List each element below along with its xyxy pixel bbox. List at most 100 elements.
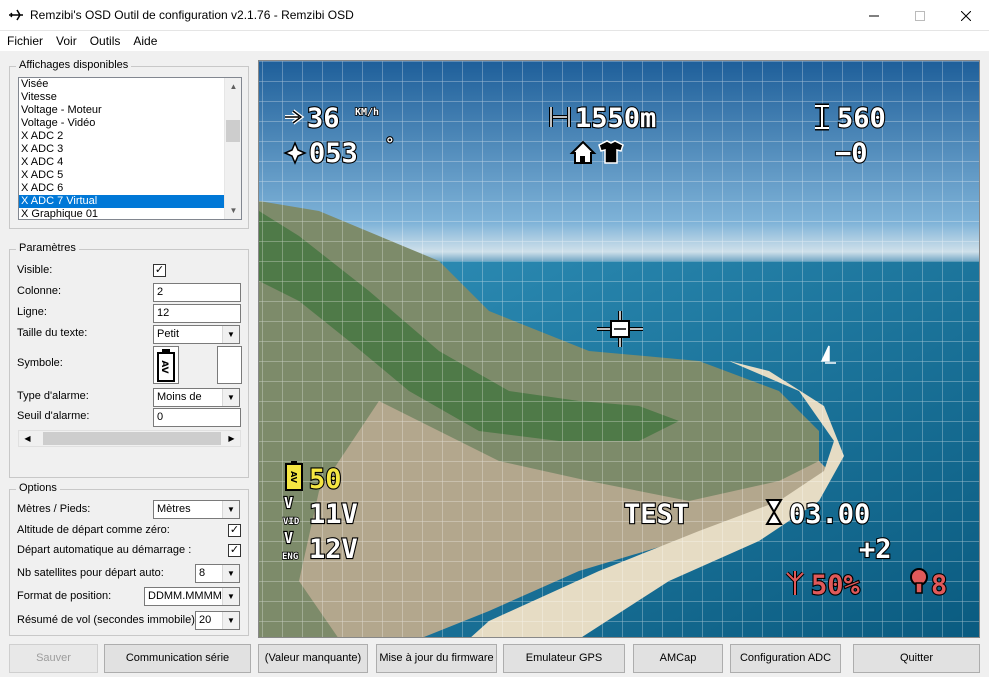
flight-summary-label: Résumé de vol (secondes immobile): <box>17 614 198 626</box>
maximize-button[interactable] <box>897 0 943 31</box>
osd-degree: ° <box>385 134 395 153</box>
row-field[interactable]: 12 <box>153 304 241 323</box>
list-item[interactable]: X ADC 7 Virtual <box>19 195 224 208</box>
list-item[interactable]: Visée <box>19 78 224 91</box>
column-label: Colonne: <box>17 285 62 297</box>
vid-v-icon: V <box>284 494 293 512</box>
list-item[interactable]: X ADC 6 <box>19 182 224 195</box>
pos-format-value: DDMM.MMMM <box>148 590 222 602</box>
osd-rssi-value: 50% <box>811 570 861 601</box>
osd-adc-value: 50 <box>309 464 342 495</box>
menu-fichier[interactable]: Fichier <box>0 31 49 51</box>
alt-zero-checkbox[interactable]: ✓ <box>228 524 241 537</box>
list-item[interactable]: Voltage - Vidéo <box>19 117 224 130</box>
quit-button[interactable]: Quitter <box>853 644 980 673</box>
osd-adc: AV 50 <box>285 461 343 496</box>
av-battery-icon: AV <box>157 349 175 382</box>
visible-label: Visible: <box>17 264 53 276</box>
osd-speed-unit: KM/h <box>355 107 379 118</box>
firmware-update-button[interactable]: Mise à jour du firmware <box>376 644 497 673</box>
scroll-thumb[interactable] <box>226 120 240 142</box>
scroll-up-arrow-icon[interactable]: ▲ <box>225 78 241 95</box>
menu-voir[interactable]: Voir <box>49 31 83 51</box>
list-item[interactable]: X ADC 2 <box>19 130 224 143</box>
symbol-label: Symbole: <box>17 357 63 369</box>
menu-outils[interactable]: Outils <box>83 31 127 51</box>
chevron-down-icon: ▼ <box>222 389 239 406</box>
adc-config-button[interactable]: Configuration ADC <box>730 644 841 673</box>
osd-speed-value: 36 <box>307 103 340 134</box>
hscroll-thumb[interactable] <box>43 432 221 445</box>
osd-eng-label: ENG <box>282 552 298 562</box>
menu-aide[interactable]: Aide <box>126 31 163 51</box>
osd-sats-value: 8 <box>931 570 947 601</box>
chevron-down-icon: ▼ <box>222 588 239 605</box>
sats-value: 8 <box>199 567 206 579</box>
list-item[interactable]: X Graphique 01 <box>19 208 224 219</box>
params-hscroll[interactable]: ◀ ▶ <box>18 430 241 447</box>
gps-emulator-button[interactable]: Emulateur GPS <box>503 644 625 673</box>
units-select[interactable]: Mètres ▼ <box>153 500 240 519</box>
osd-canvas: 36 KM/h 1550m 560 053 ° −0 AV 50 V VID 1… <box>259 61 979 637</box>
amcap-button[interactable]: AMCap <box>633 644 723 673</box>
alarm-type-select[interactable]: Moins de ▼ <box>153 388 240 407</box>
auto-start-checkbox[interactable]: ✓ <box>228 544 241 557</box>
displays-listbox[interactable]: Visée Vitesse Voltage - Moteur Voltage - Vi… <box>18 77 242 220</box>
chevron-down-icon: ▼ <box>222 326 239 343</box>
osd-eng-value: 12V <box>309 534 358 565</box>
osd-vario-value: −0 <box>835 138 868 169</box>
list-item[interactable]: Vitesse <box>19 91 224 104</box>
close-button[interactable] <box>943 0 989 31</box>
osd-test-label: TEST <box>624 499 689 530</box>
displays-vscroll[interactable]: ▲ ▼ <box>224 78 241 219</box>
chevron-down-icon: ▼ <box>222 501 239 518</box>
scroll-right-arrow-icon[interactable]: ▶ <box>223 431 240 446</box>
menu-bar: Fichier Voir Outils Aide <box>0 31 989 51</box>
list-item[interactable]: X ADC 3 <box>19 143 224 156</box>
osd-heading-value: 053 <box>309 138 358 169</box>
list-item[interactable]: Voltage - Moteur <box>19 104 224 117</box>
list-item[interactable]: X ADC 4 <box>19 156 224 169</box>
symbol-preview-large[interactable] <box>217 346 242 384</box>
alarm-threshold-label: Seuil d'alarme: <box>17 410 90 422</box>
plane-app-icon <box>9 9 23 21</box>
chevron-down-icon: ▼ <box>222 565 239 582</box>
alarm-type-value: Moins de <box>157 391 202 403</box>
window-title: Remzibi's OSD Outil de configuration v2.… <box>30 8 354 22</box>
flight-summary-select[interactable]: 20 ▼ <box>195 611 240 630</box>
units-label: Mètres / Pieds: <box>17 503 91 515</box>
alt-zero-label: Altitude de départ comme zéro: <box>17 524 170 536</box>
visible-checkbox[interactable]: ✓ <box>153 264 166 277</box>
save-button[interactable]: Sauver <box>9 644 98 673</box>
alarm-type-label: Type d'alarme: <box>17 390 89 402</box>
text-size-select[interactable]: Petit ▼ <box>153 325 240 344</box>
symbol-preview[interactable]: AV <box>153 346 179 384</box>
svg-text:AV: AV <box>159 360 169 373</box>
svg-text:AV: AV <box>289 471 298 484</box>
options-legend: Options <box>16 482 60 494</box>
missing-value-button[interactable]: (Valeur manquante) <box>258 644 368 673</box>
scroll-left-arrow-icon[interactable]: ◀ <box>19 431 36 446</box>
osd-vid-value: 11V <box>309 499 358 530</box>
osd-vid-label: VID <box>283 517 300 527</box>
list-item[interactable]: X ADC 5 <box>19 169 224 182</box>
scroll-down-arrow-icon[interactable]: ▼ <box>225 202 241 219</box>
row-label: Ligne: <box>17 306 47 318</box>
sats-label: Nb satellites pour départ auto: <box>17 567 164 579</box>
chevron-down-icon: ▼ <box>222 612 239 629</box>
minimize-icon <box>869 15 879 16</box>
osd-sats-delta: +2 <box>859 534 892 565</box>
osd-preview[interactable]: 36 KM/h 1550m 560 053 ° −0 AV 50 V VID 1… <box>258 60 980 638</box>
minimize-button[interactable] <box>851 0 897 31</box>
alarm-threshold-field[interactable]: 0 <box>153 408 241 427</box>
pos-format-select[interactable]: DDMM.MMMM ▼ <box>144 587 240 606</box>
sats-select[interactable]: 8 ▼ <box>195 564 240 583</box>
column-field[interactable]: 2 <box>153 283 241 302</box>
auto-start-label: Départ automatique au démarrage : <box>17 544 192 556</box>
displays-legend: Affichages disponibles <box>16 59 132 71</box>
serial-communication-button[interactable]: Communication série <box>104 644 251 673</box>
osd-timer-value: 03.00 <box>789 499 870 530</box>
eng-v-icon: V <box>284 529 293 547</box>
title-bar: Remzibi's OSD Outil de configuration v2.… <box>0 0 989 31</box>
text-size-label: Taille du texte: <box>17 327 88 339</box>
